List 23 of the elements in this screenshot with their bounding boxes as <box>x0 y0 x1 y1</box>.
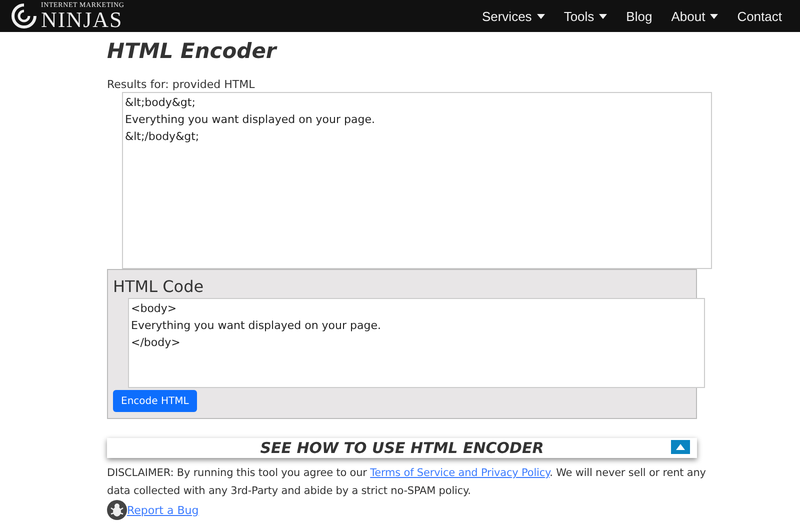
caret-icon <box>536 14 545 18</box>
howto-title: SEE HOW TO USE HTML ENCODER <box>260 439 544 457</box>
howto-bar[interactable]: SEE HOW TO USE HTML ENCODER <box>107 438 697 458</box>
input-field[interactable]: <body> Everything you want displayed on your page. </body> <box>128 298 705 388</box>
report-bug-link[interactable]: Report a Bug <box>127 504 199 516</box>
nav-link[interactable]: Services <box>482 8 545 24</box>
toggle-button[interactable] <box>671 440 690 454</box>
caret-icon <box>599 14 608 18</box>
encode-button[interactable]: Encode HTML <box>113 390 197 412</box>
nav-link[interactable]: Blog <box>626 8 652 24</box>
logo-name: NINJAS <box>41 8 123 30</box>
bug-icon <box>107 500 127 520</box>
output-field[interactable]: &lt;body&gt; Everything you want displayed on your page. &lt;/body&gt; <box>122 92 712 269</box>
disclaimer-text: DISCLAIMER: By running this tool you agree to our Terms of Service and Privacy Policy. We will never sell or rent any data collected with any 3rd-Party and abide by a strict no-SPAM policy. <box>107 466 707 499</box>
spiral-logo-icon <box>10 2 38 30</box>
terms-link[interactable]: Terms of Service and Privacy Policy <box>370 467 550 479</box>
nav-link[interactable]: Contact <box>737 8 782 24</box>
nav-link[interactable]: Tools <box>564 8 608 24</box>
page-title: HTML Encoder <box>107 38 278 65</box>
panel-heading: HTML Code <box>113 276 205 298</box>
nav-link[interactable]: About <box>671 8 718 24</box>
results-label: Results for: provided HTML <box>107 78 256 91</box>
caret-icon <box>710 14 718 18</box>
